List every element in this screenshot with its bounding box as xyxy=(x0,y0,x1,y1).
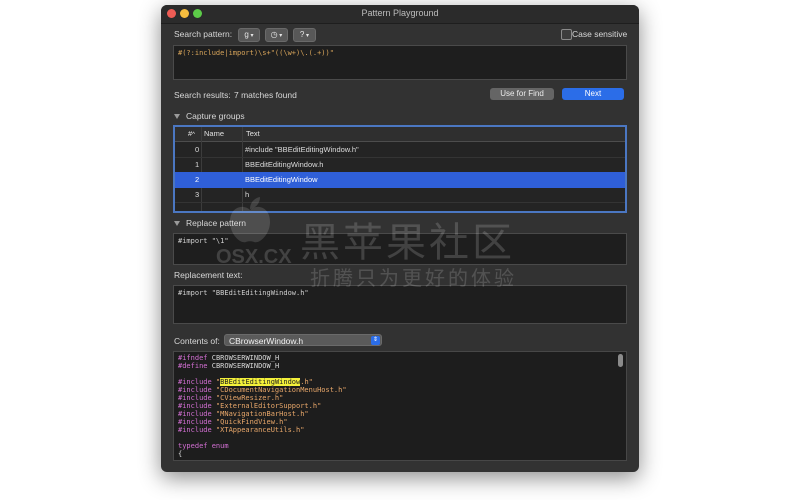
use-for-find-button[interactable]: Use for Find xyxy=(490,88,554,100)
watermark-osx: OSX.CX xyxy=(216,246,292,268)
col-header-number[interactable]: #^ xyxy=(188,129,195,138)
code-line: typedef enum xyxy=(178,442,229,450)
table-row[interactable]: 1 BBEditEditingWindow.h xyxy=(175,157,625,173)
capture-groups-title: Capture groups xyxy=(186,111,245,121)
code-line: { xyxy=(178,450,183,458)
search-pattern-input[interactable]: #(?:include|import)\s+"((\w+)\.(.+))" xyxy=(173,45,627,80)
search-results-label: Search results: xyxy=(174,90,231,100)
case-sensitive-label: Case sensitive xyxy=(572,29,628,39)
col-header-text[interactable]: Text xyxy=(246,129,260,138)
table-row[interactable]: 0 #include "BBEditEditingWindow.h" xyxy=(175,142,625,158)
next-button[interactable]: Next xyxy=(562,88,624,100)
search-pattern-label: Search pattern: xyxy=(174,29,233,39)
code-line: #ifndef CBROWSERWINDOW_H xyxy=(178,354,280,362)
title-bar: Pattern Playground xyxy=(161,5,639,24)
code-line: #include "QuickFindView.h" xyxy=(178,418,288,426)
code-line: #include "BBEditEditingWindow.h" xyxy=(178,378,313,386)
code-line: #include "CDocumentNavigationMenuHost.h" xyxy=(178,386,347,394)
apple-logo-watermark xyxy=(222,196,278,246)
match-count: 7 matches found xyxy=(234,90,297,100)
code-line: #include "ExternalEditorSupport.h" xyxy=(178,402,322,410)
code-line: #include "MNavigationBarHost.h" xyxy=(178,410,309,418)
replacement-text-label: Replacement text: xyxy=(174,270,243,280)
table-row-selected[interactable]: 2 BBEditEditingWindow xyxy=(175,172,625,188)
pattern-help-button[interactable]: ? ▾ xyxy=(293,28,316,42)
case-sensitive-checkbox[interactable] xyxy=(561,29,572,40)
code-line: #include "CViewResizer.h" xyxy=(178,394,284,402)
code-line: #include "XTAppearanceUtils.h" xyxy=(178,426,305,434)
up-down-chevron-icon: ⇕ xyxy=(371,336,380,345)
disclosure-triangle-icon[interactable] xyxy=(174,114,180,119)
file-contents-view[interactable]: #ifndef CBROWSERWINDOW_H #define CBROWSE… xyxy=(173,351,627,461)
col-header-name[interactable]: Name xyxy=(204,129,224,138)
recent-patterns-button[interactable]: ◷ ▾ xyxy=(265,28,288,42)
code-line: #define CBROWSERWINDOW_H xyxy=(178,362,280,370)
contents-of-label: Contents of: xyxy=(174,336,220,346)
clock-icon: ◷ xyxy=(270,30,278,39)
window-title: Pattern Playground xyxy=(361,8,439,18)
file-select-value: CBrowserWindow.h xyxy=(229,336,304,346)
disclosure-triangle-icon[interactable] xyxy=(174,221,180,226)
scrollbar-thumb[interactable] xyxy=(618,354,623,367)
match-highlight: BBEditEditingWindow xyxy=(220,378,301,386)
file-select[interactable]: CBrowserWindow.h ⇕ xyxy=(224,334,382,346)
grep-options-button[interactable]: g ▾ xyxy=(238,28,260,42)
watermark-slogan: 折腾只为更好的体验 xyxy=(310,268,517,290)
watermark-cn-title: 黑苹果社区 xyxy=(300,221,515,265)
sort-ascending-icon: ^ xyxy=(192,132,195,138)
